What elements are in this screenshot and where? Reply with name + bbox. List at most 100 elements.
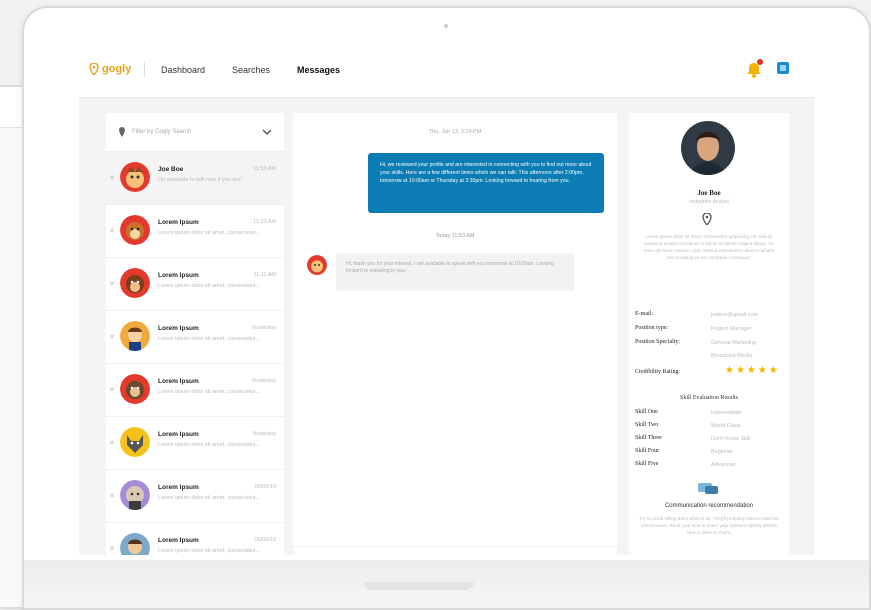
notification-dot [757, 59, 763, 65]
communication-heading: Communication recommendation [664, 503, 754, 509]
profile-panel: Joe Boe Instagram Analyst Lorem ipsum do… [629, 113, 789, 555]
close-icon[interactable]: ✕ [109, 545, 115, 553]
profile-bio: Lorem ipsum dolor sit amet, consectetur … [643, 234, 775, 260]
skill-value: Advanced [711, 462, 736, 468]
conversation-list: Filter by Gogly Search ✕ Joe Boe 11:53 A… [106, 113, 284, 555]
outgoing-message: Hi, we reviewed your profile and are int… [368, 153, 604, 213]
conversation-name: Lorem Ipsum [158, 378, 199, 385]
conversation-time: 11:53 AM [253, 166, 276, 172]
close-icon[interactable]: ✕ [109, 439, 115, 447]
conversation-item[interactable]: ✕ Lorem Ipsum Yesterday Lorem ipsum dolo… [106, 311, 284, 364]
close-icon[interactable]: ✕ [109, 280, 115, 288]
profile-name: Joe Boe [697, 189, 721, 197]
detail-value: joeboe@gmail.com [711, 312, 759, 318]
conversation-preview: Lorem ipsum dolor sit amet, consectetur.… [158, 336, 261, 342]
chat-divider [293, 546, 617, 547]
skill-label: Skill Five [635, 461, 659, 467]
detail-value: General Marketing [711, 340, 757, 346]
conversation-time: 11:11 AM [253, 272, 276, 278]
conversation-item[interactable]: ✕ Joe Boe 11:53 AM I'm available to talk… [106, 152, 284, 205]
skills-heading: Skill Evaluation Results [680, 395, 738, 401]
laptop-base [24, 560, 869, 608]
conversation-item[interactable]: ✕ Lorem Ipsum Yesterday Lorem ipsum dolo… [106, 417, 284, 470]
communication-text: Try to avoid telling them what to do. Th… [639, 516, 779, 535]
app-screen: gogly Dashboard Searches Messages Filter… [79, 45, 814, 555]
detail-label: Position Specialty: [635, 339, 681, 345]
skill-value: Don't Know Skill [711, 436, 751, 442]
conversation-name: Joe Boe [158, 166, 184, 173]
nav-searches[interactable]: Searches [232, 65, 270, 75]
laptop-frame: gogly Dashboard Searches Messages Filter… [22, 6, 871, 610]
conversation-time: 06/06/19 [254, 537, 276, 543]
skill-label: Skill One [635, 409, 658, 415]
logo[interactable]: gogly [89, 61, 146, 77]
conversation-item[interactable]: ✕ Lorem Ipsum 06/06/19 Lorem ipsum dolor… [106, 470, 284, 523]
profile-subtitle: Instagram Analyst [689, 199, 729, 205]
conversation-item[interactable]: ✕ Lorem Ipsum 11:11 AM Lorem ipsum dolor… [106, 258, 284, 311]
conversation-item[interactable]: ✕ Lorem Ipsum 11:23 AM Lorem ipsum dolor… [106, 205, 284, 258]
profile-avatar [681, 121, 735, 175]
skill-value: Intermediate [711, 410, 742, 416]
skill-label: Skill Three [635, 435, 662, 441]
conversation-name: Lorem Ipsum [158, 325, 199, 332]
avatar-icon [120, 480, 150, 510]
conversation-time: 06/06/19 [254, 484, 276, 490]
skill-label: Skill Two [635, 422, 659, 428]
user-menu-avatar[interactable] [777, 62, 789, 74]
conversation-preview: Lorem ipsum dolor sit amet, consectetur.… [158, 495, 261, 501]
camera-dot [444, 24, 448, 28]
chat-date-label: Thu, Jun 13, 3:24 PM [428, 129, 482, 135]
skill-value: Beginner [711, 449, 734, 455]
close-icon[interactable]: ✕ [109, 492, 115, 500]
conversation-time: Yesterday [251, 431, 276, 437]
detail-label: Credibility Rating: [635, 369, 681, 375]
conversation-time: 11:23 AM [253, 219, 276, 225]
conversation-time: Yesterday [251, 378, 276, 384]
logo-pin-icon [89, 63, 99, 75]
communication-icon [698, 483, 718, 494]
close-icon[interactable]: ✕ [109, 174, 115, 182]
detail-label: Position type: [635, 325, 669, 331]
detail-value: Project Manager [711, 326, 752, 332]
chat-today-label: Today 11:53 AM [435, 233, 475, 239]
chat-panel: Thu, Jun 13, 3:24 PM Hi, we reviewed you… [293, 113, 617, 555]
conversation-item[interactable]: ✕ Lorem Ipsum Yesterday Lorem ipsum dolo… [106, 364, 284, 417]
conversation-preview: Lorem ipsum dolor sit amet, consectetur.… [158, 442, 261, 448]
skill-value: World Class [711, 423, 741, 429]
detail-value: Broadcast Media [711, 353, 753, 359]
avatar-icon [307, 255, 327, 275]
skill-label: Skill Four [635, 448, 660, 454]
avatar-icon [120, 374, 150, 404]
rating-stars: ★★★★★ [725, 365, 780, 376]
close-icon[interactable]: ✕ [109, 227, 115, 235]
location-pin-icon [702, 213, 712, 225]
close-icon[interactable]: ✕ [109, 333, 115, 341]
avatar-icon [120, 162, 150, 192]
avatar-icon [120, 533, 150, 555]
conversation-preview: Lorem ipsum dolor sit amet, consectetur.… [158, 283, 261, 289]
avatar-icon [120, 321, 150, 351]
conversation-preview: Lorem ipsum dolor sit amet, consectetur.… [158, 389, 261, 395]
close-icon[interactable]: ✕ [109, 386, 115, 394]
conversation-item[interactable]: ✕ Lorem Ipsum 06/06/19 Lorem ipsum dolor… [106, 523, 284, 555]
filter-placeholder: Filter by Gogly Search [132, 129, 192, 135]
avatar-icon [120, 268, 150, 298]
conversation-preview: Lorem ipsum dolor sit amet, consectetur.… [158, 548, 261, 554]
conversation-name: Lorem Ipsum [158, 431, 199, 438]
conversation-filter[interactable]: Filter by Gogly Search [106, 113, 284, 152]
conversation-name: Lorem Ipsum [158, 272, 199, 279]
chevron-down-icon[interactable] [262, 129, 272, 135]
conversation-preview: Lorem ipsum dolor sit amet, consectetur.… [158, 230, 261, 236]
nav-messages[interactable]: Messages [297, 65, 340, 75]
conversation-preview: I'm available to talk now if you are! [158, 177, 242, 183]
nav-dashboard[interactable]: Dashboard [161, 65, 205, 75]
top-navigation: gogly Dashboard Searches Messages [79, 45, 814, 98]
avatar-icon [120, 215, 150, 245]
logo-text: gogly [102, 63, 132, 75]
location-pin-icon [119, 127, 125, 137]
conversation-name: Lorem Ipsum [158, 219, 199, 226]
conversation-name: Lorem Ipsum [158, 484, 199, 491]
detail-label: E-mail: [635, 311, 653, 317]
incoming-message: Hi, thank you for your interest. I am av… [336, 253, 574, 291]
conversation-name: Lorem Ipsum [158, 537, 199, 544]
